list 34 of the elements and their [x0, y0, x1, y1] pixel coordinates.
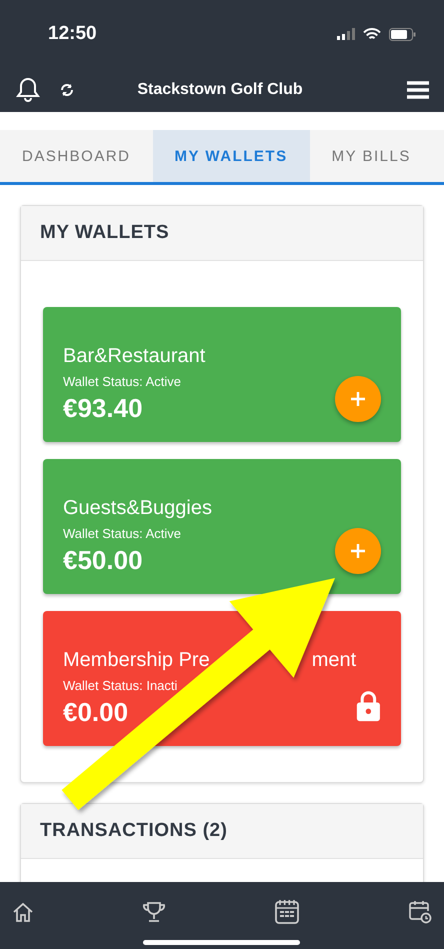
wallet-balance: €50.00 [63, 545, 144, 576]
status-time: 12:50 [48, 23, 97, 45]
calendar-clock-icon[interactable] [408, 900, 432, 924]
tab[interactable]: DASHBOARD [0, 130, 153, 182]
tab[interactable]: MY WALLETS [152, 130, 310, 182]
lock-icon [356, 688, 381, 724]
wallet-status: Wallet Status: Active [63, 526, 182, 541]
signal-icon [337, 28, 355, 40]
panel-title: TRANSACTIONS (2) [40, 820, 228, 842]
wallet-name: Bar&Restaurant [63, 345, 206, 368]
plus-icon [350, 391, 366, 407]
refresh-icon[interactable] [60, 83, 74, 97]
tab[interactable]: MY BILLS [310, 130, 433, 182]
add-funds-button[interactable] [335, 376, 381, 422]
battery-icon [389, 28, 416, 40]
app-title: Stackstown Golf Club [136, 81, 304, 99]
wallet-status: Wallet Status: Inacti [63, 678, 178, 693]
bell-icon[interactable] [16, 77, 40, 103]
wallet-name: Membership Pre [63, 649, 210, 672]
calendar-icon[interactable] [274, 898, 300, 924]
wallet-balance: €93.40 [63, 393, 144, 424]
plus-icon [350, 543, 366, 559]
add-funds-button[interactable] [335, 528, 381, 574]
menu-icon[interactable] [406, 80, 430, 100]
wallet-name: ment [312, 649, 356, 672]
wallet-card[interactable]: Guests&Buggies Wallet Status: Active €50.00 [43, 459, 401, 594]
trophy-icon[interactable] [142, 900, 166, 924]
wallet-card[interactable]: Bar&Restaurant Wallet Status: Active €93.40 [43, 307, 401, 442]
wallet-name: Guests&Buggies [63, 497, 212, 520]
panel-title: MY WALLETS [40, 222, 170, 244]
wallet-balance: €0.00 [63, 697, 130, 728]
home-icon[interactable] [12, 900, 34, 922]
wifi-icon [363, 28, 381, 40]
wallet-status: Wallet Status: Active [63, 374, 182, 389]
